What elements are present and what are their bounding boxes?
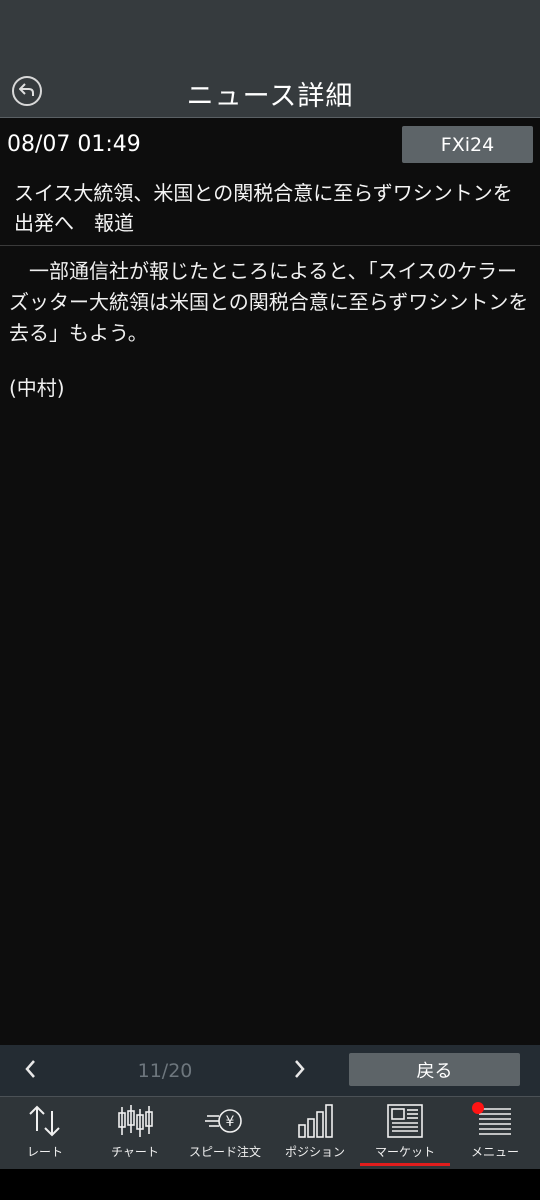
previous-article-button[interactable] xyxy=(22,1057,40,1085)
tab-label: チャート xyxy=(111,1145,159,1159)
article-body: 一部通信社が報じたところによると、「スイスのケラーズッター大統領は米国との関税合… xyxy=(9,256,534,349)
article-date: 08/07 01:49 xyxy=(7,132,141,157)
app-header: ニュース詳細 xyxy=(0,0,540,118)
article-author: (中村) xyxy=(9,376,65,400)
chevron-left-icon xyxy=(25,1060,35,1078)
candlestick-icon xyxy=(115,1099,155,1143)
tab-chart[interactable]: チャート xyxy=(90,1097,180,1169)
tab-speed-order[interactable]: ¥ スピード注文 xyxy=(180,1097,270,1169)
tab-rate[interactable]: レート xyxy=(0,1097,90,1169)
chevron-right-icon xyxy=(295,1060,305,1078)
newspaper-icon xyxy=(385,1099,425,1143)
source-button[interactable]: FXi24 xyxy=(402,126,533,163)
svg-text:¥: ¥ xyxy=(226,1114,235,1130)
page-count: 11/20 xyxy=(137,1060,193,1082)
system-nav-area xyxy=(0,1169,540,1200)
divider xyxy=(0,245,540,246)
bottom-tab-bar: レート チャート ¥ スピード注文 ポジション マーケット メニュー xyxy=(0,1096,540,1169)
article-body-text: 一部通信社が報じたところによると、「スイスのケラーズッター大統領は米国との関税合… xyxy=(9,259,529,345)
speed-order-icon: ¥ xyxy=(203,1099,247,1143)
tab-label: マーケット xyxy=(374,1145,435,1159)
tab-label: ポジション xyxy=(284,1145,345,1159)
pager-bar: 11/20 戻る xyxy=(0,1045,540,1096)
article-headline: スイス大統領、米国との関税合意に至らずワシントンを出発へ 報道 xyxy=(14,181,513,235)
article-meta: 08/07 01:49 FXi24 xyxy=(0,118,540,174)
page-title: ニュース詳細 xyxy=(186,81,354,112)
tab-label: レート xyxy=(26,1145,63,1159)
notification-dot xyxy=(472,1102,484,1114)
tab-market[interactable]: マーケット xyxy=(360,1097,450,1169)
tab-label: メニュー xyxy=(470,1145,519,1159)
rate-arrows-icon xyxy=(25,1099,65,1143)
next-article-button[interactable] xyxy=(290,1057,308,1085)
position-bars-icon xyxy=(295,1099,335,1143)
tab-position[interactable]: ポジション xyxy=(270,1097,360,1169)
tab-menu[interactable]: メニュー xyxy=(450,1097,540,1169)
tab-label: スピード注文 xyxy=(188,1145,261,1159)
return-button[interactable]: 戻る xyxy=(349,1053,520,1086)
